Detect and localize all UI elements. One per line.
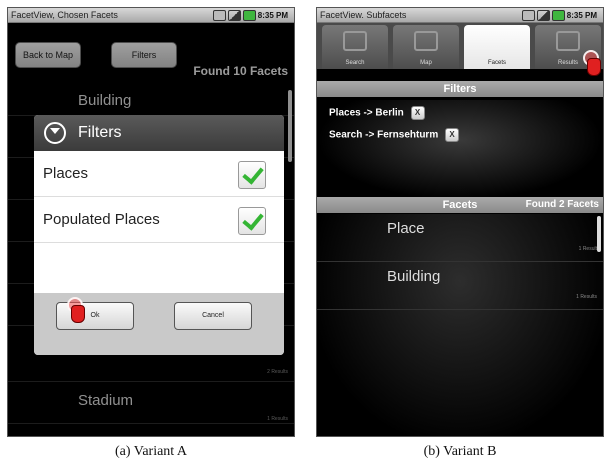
filter-places-berlin: Places -> Berlin X <box>329 106 425 120</box>
status-bar: FacetView, Chosen Facets 8:35 PM <box>8 8 294 23</box>
hand-pointer-icon <box>71 305 85 323</box>
option-label: Populated Places <box>43 211 160 228</box>
caption-variant-a: (a) Variant A <box>114 444 188 459</box>
remove-filter-button[interactable]: X <box>410 106 425 120</box>
remove-filter-button[interactable]: X <box>445 128 459 142</box>
chevron-down-icon <box>44 122 66 144</box>
result-count: 1 Results <box>576 294 597 300</box>
battery-icon <box>552 10 565 21</box>
filter-option-populated-places[interactable]: Populated Places <box>34 199 284 243</box>
filter-search-fernsehturm: Search -> Fernsehturm X <box>329 128 459 142</box>
window-title: FacetView. Subfacets <box>320 10 407 20</box>
signal-icon <box>228 10 241 21</box>
scrollbar[interactable] <box>597 216 601 252</box>
facet-list: Place 1 Result Building 1 Results <box>317 214 603 436</box>
filter-text: Places -> Berlin <box>329 107 404 119</box>
tab-label: Search <box>345 60 365 66</box>
option-label: Places <box>43 165 89 182</box>
facets-header-label: Facets <box>442 199 478 211</box>
dialog-title: Filters <box>78 124 122 141</box>
tab-facets[interactable]: Facets <box>464 25 530 69</box>
list-item[interactable]: Place 1 Result <box>317 214 603 262</box>
caption-variant-b: (b) Variant B <box>423 444 497 459</box>
facets-header: Facets Found 2 Facets <box>317 197 603 213</box>
sim-icon <box>213 10 226 21</box>
phone-screen-variant-a: FacetView, Chosen Facets 8:35 PM Back to… <box>7 7 295 437</box>
filters-header: Filters <box>317 81 603 97</box>
status-icons <box>522 10 565 21</box>
hand-pointer-icon <box>587 58 601 76</box>
filters-header-label: Filters <box>443 83 477 95</box>
phone-screen-variant-b: FacetView. Subfacets 8:35 PM Search Map … <box>316 7 604 437</box>
window-title: FacetView, Chosen Facets <box>11 10 118 20</box>
map-icon <box>414 31 438 51</box>
status-bar: FacetView. Subfacets 8:35 PM <box>317 8 603 23</box>
status-icons <box>213 10 256 21</box>
cancel-button[interactable]: Cancel <box>174 302 252 330</box>
signal-icon <box>537 10 550 21</box>
result-count: 1 Result <box>578 246 597 252</box>
tab-map[interactable]: Map <box>393 25 459 69</box>
found-facets-text: Found 2 Facets <box>525 199 599 210</box>
filter-option-places[interactable]: Places <box>34 153 284 197</box>
list-item[interactable]: Building 1 Results <box>317 262 603 310</box>
tab-label: Map <box>420 60 432 66</box>
tab-bar: Search Map Facets Results <box>317 23 603 69</box>
places-checkbox[interactable] <box>238 161 266 189</box>
populated-places-checkbox[interactable] <box>238 207 266 235</box>
dialog-header: Filters <box>34 115 284 151</box>
filter-text: Search -> Fernsehturm <box>329 129 439 141</box>
search-icon <box>343 31 367 51</box>
active-filters: Places -> Berlin X Search -> Fernsehturm… <box>317 100 603 200</box>
clock: 8:35 PM <box>566 11 597 20</box>
battery-icon <box>243 10 256 21</box>
clock: 8:35 PM <box>257 11 288 20</box>
sim-icon <box>522 10 535 21</box>
touch-pointer-icon <box>67 297 89 325</box>
tab-search[interactable]: Search <box>322 25 388 69</box>
facet-name: Place <box>387 220 425 237</box>
tab-label: Facets <box>487 60 506 66</box>
facet-name: Building <box>387 268 441 285</box>
results-icon <box>556 31 580 51</box>
touch-pointer-icon <box>583 50 603 78</box>
